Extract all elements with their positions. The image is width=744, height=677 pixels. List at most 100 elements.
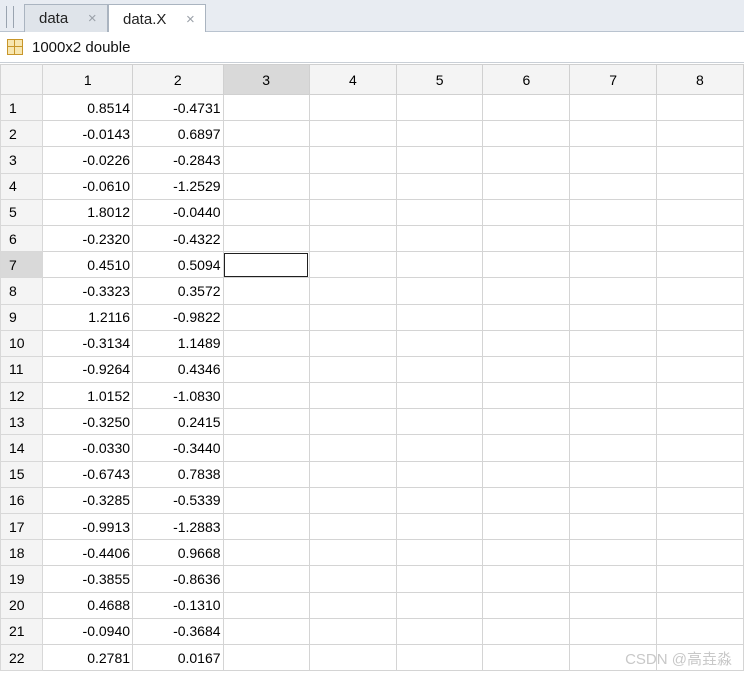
table-cell[interactable]: [569, 93, 657, 122]
table-cell[interactable]: 0.9668: [132, 539, 224, 567]
table-cell[interactable]: [222, 539, 310, 567]
table-cell[interactable]: [395, 93, 484, 122]
table-cell[interactable]: [655, 172, 744, 200]
table-cell[interactable]: [222, 146, 310, 174]
row-header[interactable]: 12: [0, 382, 44, 410]
row-header[interactable]: 11: [0, 355, 44, 384]
table-cell[interactable]: [308, 565, 398, 593]
table-cell[interactable]: [482, 120, 571, 148]
table-cell[interactable]: -0.4731: [132, 93, 224, 122]
table-cell[interactable]: [655, 146, 744, 174]
table-cell[interactable]: [395, 539, 484, 567]
table-cell[interactable]: [569, 565, 657, 593]
table-cell[interactable]: 0.5094: [132, 251, 224, 279]
table-cell[interactable]: [222, 617, 310, 645]
table-cell[interactable]: [395, 355, 484, 384]
table-cell[interactable]: [569, 486, 657, 515]
table-cell[interactable]: [222, 434, 310, 462]
table-cell[interactable]: -1.2883: [132, 512, 224, 541]
table-cell[interactable]: [395, 198, 484, 226]
table-cell[interactable]: [569, 382, 657, 410]
table-cell[interactable]: [222, 460, 310, 488]
table-cell[interactable]: -0.3440: [132, 434, 224, 462]
table-cell[interactable]: [569, 591, 657, 619]
table-cell[interactable]: [395, 146, 484, 174]
table-cell[interactable]: -0.0440: [132, 198, 224, 226]
table-cell[interactable]: -0.2320: [42, 224, 134, 253]
table-cell[interactable]: [482, 591, 571, 619]
table-cell[interactable]: [655, 408, 744, 436]
column-header-4[interactable]: 4: [308, 64, 398, 95]
table-cell[interactable]: [308, 643, 398, 672]
table-cell[interactable]: [482, 460, 571, 488]
table-cell[interactable]: [308, 329, 398, 357]
table-cell[interactable]: [482, 277, 571, 305]
table-cell[interactable]: [308, 355, 398, 384]
table-cell[interactable]: [655, 224, 744, 253]
table-cell[interactable]: -0.9822: [132, 303, 224, 331]
row-header[interactable]: 7: [0, 251, 44, 279]
table-cell[interactable]: [655, 198, 744, 226]
table-cell[interactable]: 0.4510: [42, 251, 134, 279]
table-cell[interactable]: -0.3134: [42, 329, 134, 357]
variable-editor-grid[interactable]: 12345678 1 0.8514 -0.4731 2 -0.0143 0.6897 3 -0…: [0, 64, 744, 677]
table-cell[interactable]: [655, 355, 744, 384]
table-cell[interactable]: 0.2415: [132, 408, 224, 436]
table-cell[interactable]: [655, 486, 744, 515]
table-cell[interactable]: [395, 277, 484, 305]
table-cell[interactable]: [222, 486, 310, 515]
table-cell[interactable]: [569, 460, 657, 488]
table-cell[interactable]: [308, 408, 398, 436]
table-cell[interactable]: 1.1489: [132, 329, 224, 357]
table-cell[interactable]: [395, 617, 484, 645]
table-cell[interactable]: -0.0610: [42, 172, 134, 200]
table-cell[interactable]: [569, 146, 657, 174]
table-cell[interactable]: [569, 355, 657, 384]
table-cell[interactable]: [222, 591, 310, 619]
table-cell[interactable]: [569, 198, 657, 226]
table-cell[interactable]: [308, 539, 398, 567]
table-cell[interactable]: [482, 382, 571, 410]
table-cell[interactable]: [482, 146, 571, 174]
table-cell[interactable]: [655, 617, 744, 645]
row-header[interactable]: 9: [0, 303, 44, 331]
table-cell[interactable]: -0.9264: [42, 355, 134, 384]
table-cell[interactable]: -0.0940: [42, 617, 134, 645]
table-cell[interactable]: [655, 93, 744, 122]
table-cell[interactable]: [308, 93, 398, 122]
table-cell[interactable]: [482, 355, 571, 384]
table-cell[interactable]: [655, 591, 744, 619]
row-header[interactable]: 17: [0, 512, 44, 541]
selected-cell[interactable]: [222, 251, 310, 279]
table-cell[interactable]: [222, 565, 310, 593]
row-header[interactable]: 8: [0, 277, 44, 305]
table-cell[interactable]: -0.6743: [42, 460, 134, 488]
table-cell[interactable]: 0.6897: [132, 120, 224, 148]
table-cell[interactable]: [222, 120, 310, 148]
table-cell[interactable]: -0.8636: [132, 565, 224, 593]
row-header[interactable]: 2: [0, 120, 44, 148]
tab-data-x[interactable]: data.X ×: [108, 4, 206, 33]
table-cell[interactable]: [569, 277, 657, 305]
row-header[interactable]: 3: [0, 146, 44, 174]
table-cell[interactable]: [482, 172, 571, 200]
table-cell[interactable]: [655, 512, 744, 541]
row-header[interactable]: 16: [0, 486, 44, 515]
row-header[interactable]: 10: [0, 329, 44, 357]
table-cell[interactable]: [569, 303, 657, 331]
table-cell[interactable]: [308, 198, 398, 226]
table-cell[interactable]: [655, 434, 744, 462]
table-cell[interactable]: -1.2529: [132, 172, 224, 200]
table-cell[interactable]: 0.7838: [132, 460, 224, 488]
table-cell[interactable]: [395, 120, 484, 148]
drag-grip-icon[interactable]: [6, 6, 14, 28]
row-header[interactable]: 22: [0, 643, 44, 672]
table-cell[interactable]: -0.5339: [132, 486, 224, 515]
table-cell[interactable]: -0.0226: [42, 146, 134, 174]
table-cell[interactable]: -0.3855: [42, 565, 134, 593]
table-cell[interactable]: [655, 277, 744, 305]
table-cell[interactable]: [655, 382, 744, 410]
table-cell[interactable]: [655, 565, 744, 593]
table-cell[interactable]: [222, 93, 310, 122]
tab-data[interactable]: data ×: [24, 4, 108, 32]
